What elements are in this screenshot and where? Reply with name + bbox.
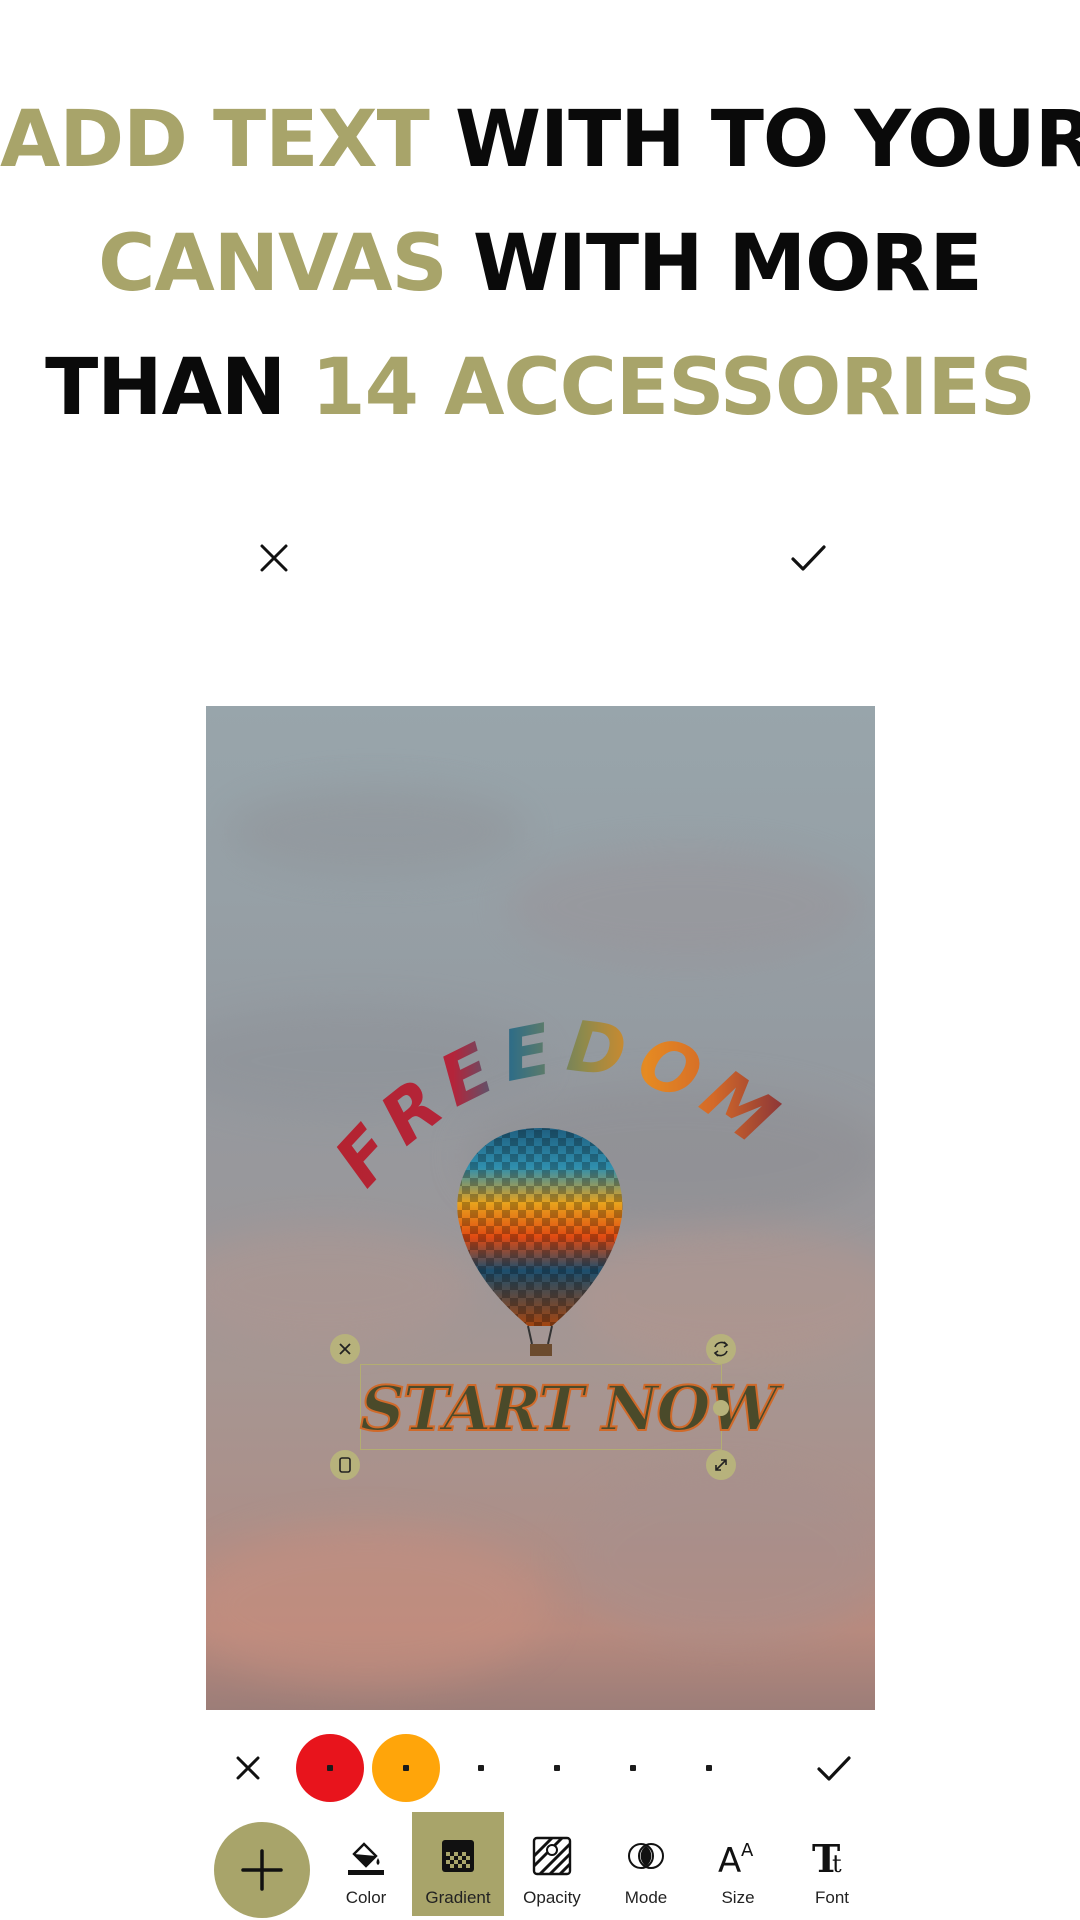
gradient-color-swatch-2[interactable] — [372, 1734, 440, 1802]
svg-text:A: A — [741, 1840, 754, 1861]
tool-gradient[interactable]: Gradient — [412, 1812, 504, 1916]
close-icon — [260, 544, 288, 572]
gradient-color-row — [0, 1734, 1080, 1804]
close-icon — [236, 1756, 260, 1780]
add-button[interactable] — [214, 1822, 310, 1918]
bottom-toolbar: Color Gradient Opacity Mode AA Size Tt F… — [0, 1812, 1080, 1920]
empty-color-slot[interactable] — [706, 1765, 712, 1771]
font-icon: Tt — [812, 1836, 842, 1876]
headline-line-2: CANVAS WITH MORE — [0, 202, 1080, 326]
duplicate-layer-button[interactable] — [330, 1450, 360, 1480]
headline-text: THAN — [45, 343, 312, 433]
svg-text:t: t — [832, 1850, 842, 1876]
headline-text: WITH TO YOUR — [428, 95, 1080, 185]
stretch-handle[interactable] — [713, 1400, 729, 1416]
editor-canvas[interactable]: FREEDOM START NOW — [206, 706, 875, 1710]
gradient-icon — [442, 1840, 474, 1872]
paint-bucket-icon — [348, 1842, 384, 1875]
check-icon — [817, 1756, 851, 1781]
cancel-gradient-button[interactable] — [230, 1750, 266, 1786]
tool-label: Font — [814, 1888, 850, 1907]
tool-label: Gradient — [425, 1888, 491, 1907]
tool-size[interactable]: AA Size — [692, 1812, 784, 1916]
selected-text[interactable]: START NOW — [359, 1366, 779, 1452]
copy-icon — [339, 1457, 351, 1473]
delete-layer-button[interactable] — [330, 1334, 360, 1364]
check-icon — [791, 545, 826, 571]
empty-color-slot[interactable] — [554, 1765, 560, 1771]
headline-accent-text: CANVAS — [98, 219, 448, 309]
apply-gradient-button[interactable] — [814, 1750, 854, 1786]
promo-headline: ADD TEXT WITH TO YOUR CANVAS WITH MORE T… — [0, 78, 1080, 450]
tool-label: Opacity — [523, 1888, 581, 1907]
plus-icon — [241, 1849, 283, 1891]
blend-mode-icon — [628, 1843, 664, 1869]
tool-label: Size — [721, 1888, 755, 1907]
headline-accent-text: 14 ACCESSORIES — [311, 343, 1036, 433]
tool-mode[interactable]: Mode — [600, 1812, 692, 1916]
tool-label: Mode — [624, 1888, 668, 1907]
svg-text:A: A — [718, 1841, 741, 1876]
empty-color-slot[interactable] — [478, 1765, 484, 1771]
close-icon — [339, 1343, 351, 1355]
empty-color-slot[interactable] — [630, 1765, 636, 1771]
tool-opacity[interactable]: Opacity — [506, 1812, 598, 1916]
opacity-icon — [532, 1836, 572, 1876]
tool-label: Color — [345, 1888, 387, 1907]
confirm-button[interactable] — [788, 538, 828, 578]
headline-accent-text: ADD TEXT — [0, 95, 430, 185]
rotate-layer-button[interactable] — [706, 1334, 736, 1364]
headline-text: WITH MORE — [446, 219, 983, 309]
resize-layer-button[interactable] — [706, 1450, 736, 1480]
headline-line-1: ADD TEXT WITH TO YOUR — [0, 78, 1080, 202]
headline-line-3: THAN 14 ACCESSORIES — [0, 326, 1080, 450]
cancel-button[interactable] — [254, 538, 294, 578]
tool-color[interactable]: Color — [320, 1812, 412, 1916]
font-size-icon: AA — [718, 1840, 754, 1876]
balloon-image — [457, 1128, 623, 1356]
gradient-color-swatch-1[interactable] — [296, 1734, 364, 1802]
tool-font[interactable]: Tt Font — [786, 1812, 878, 1916]
rotate-icon — [713, 1341, 729, 1357]
resize-icon — [715, 1459, 727, 1471]
